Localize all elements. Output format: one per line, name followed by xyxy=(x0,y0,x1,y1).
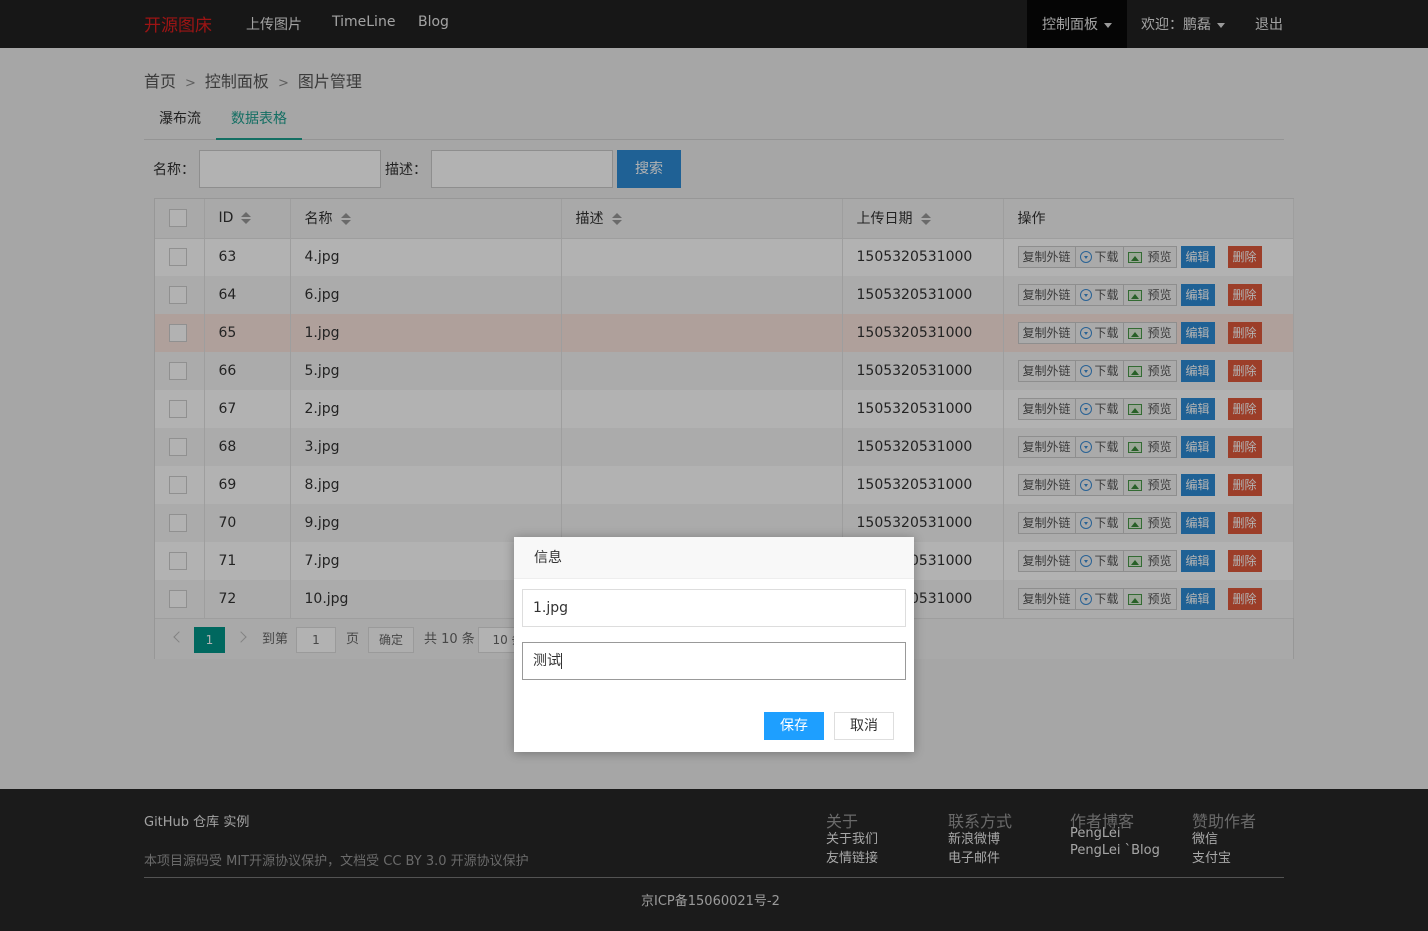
dialog-save-button[interactable]: 保存 xyxy=(764,712,824,740)
dialog-desc-value: 测试 xyxy=(533,653,561,669)
dialog-cancel-button[interactable]: 取消 xyxy=(834,712,894,740)
dialog-name-input[interactable]: 1.jpg xyxy=(522,589,906,627)
modal-overlay[interactable] xyxy=(0,0,1428,931)
edit-info-dialog: 信息 1.jpg 测试 保存 取消 xyxy=(514,537,914,752)
dialog-desc-input[interactable]: 测试 xyxy=(522,642,906,680)
dialog-title: 信息 xyxy=(514,537,914,579)
text-cursor xyxy=(561,653,562,669)
